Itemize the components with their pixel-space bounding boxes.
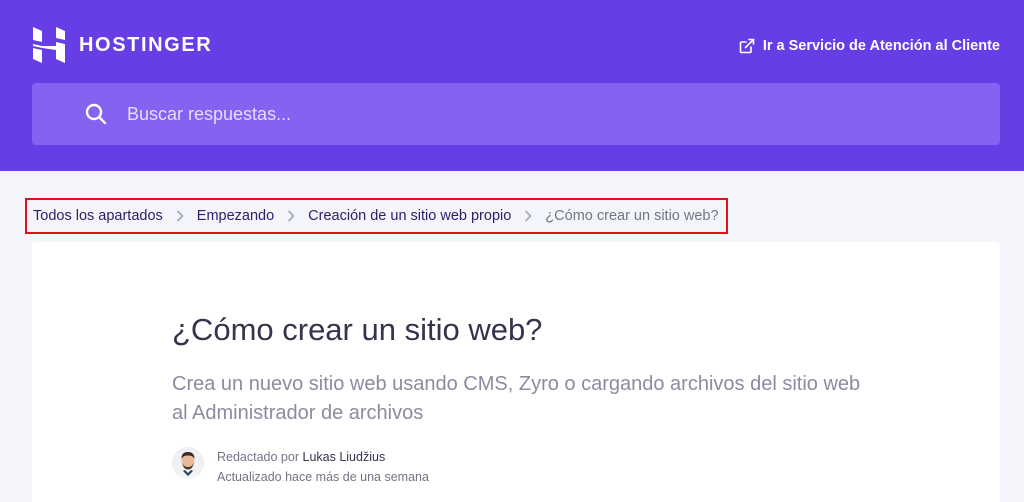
- author-info: Redactado por Lukas Liudžius Actualizado…: [172, 447, 429, 487]
- hostinger-logo-icon: [33, 27, 65, 63]
- article-subtitle: Crea un nuevo sitio web usando CMS, Zyro…: [172, 373, 861, 424]
- breadcrumb-item-all-sections[interactable]: Todos los apartados: [33, 208, 163, 224]
- breadcrumb-item-current: ¿Cómo crear un sitio web?: [545, 208, 719, 224]
- hostinger-logo[interactable]: HOSTINGER: [33, 27, 212, 63]
- search-input[interactable]: [127, 94, 1000, 134]
- support-link[interactable]: Ir a Servicio de Atención al Cliente: [739, 38, 1000, 54]
- breadcrumb: Todos los apartados Empezando Creación d…: [25, 198, 728, 234]
- author-meta: Redactado por Lukas Liudžius Actualizado…: [217, 447, 429, 487]
- avatar: [172, 447, 204, 479]
- search-bar[interactable]: [32, 83, 1000, 145]
- breadcrumb-item-getting-started[interactable]: Empezando: [197, 208, 274, 224]
- author-line: Redactado por Lukas Liudžius: [217, 447, 429, 467]
- article-title: ¿Cómo crear un sitio web?: [172, 312, 543, 347]
- author-prefix: Redactado por: [217, 450, 300, 464]
- updated-date: Actualizado hace más de una semana: [217, 470, 429, 484]
- brand-name: HOSTINGER: [79, 33, 213, 56]
- external-link-icon: [739, 38, 755, 54]
- article-card: ¿Cómo crear un sitio web? Crea un nuevo …: [32, 242, 1000, 502]
- site-header: HOSTINGER Ir a Servicio de Atención al C…: [0, 0, 1024, 171]
- search-icon: [85, 103, 107, 125]
- chevron-right-icon: [525, 210, 532, 222]
- support-link-label: Ir a Servicio de Atención al Cliente: [762, 38, 1000, 54]
- breadcrumb-item-website-creation[interactable]: Creación de un sitio web propio: [308, 208, 511, 224]
- chevron-right-icon: [176, 210, 184, 222]
- chevron-right-icon: [288, 210, 295, 222]
- author-name[interactable]: Lukas Liudžius: [303, 450, 386, 464]
